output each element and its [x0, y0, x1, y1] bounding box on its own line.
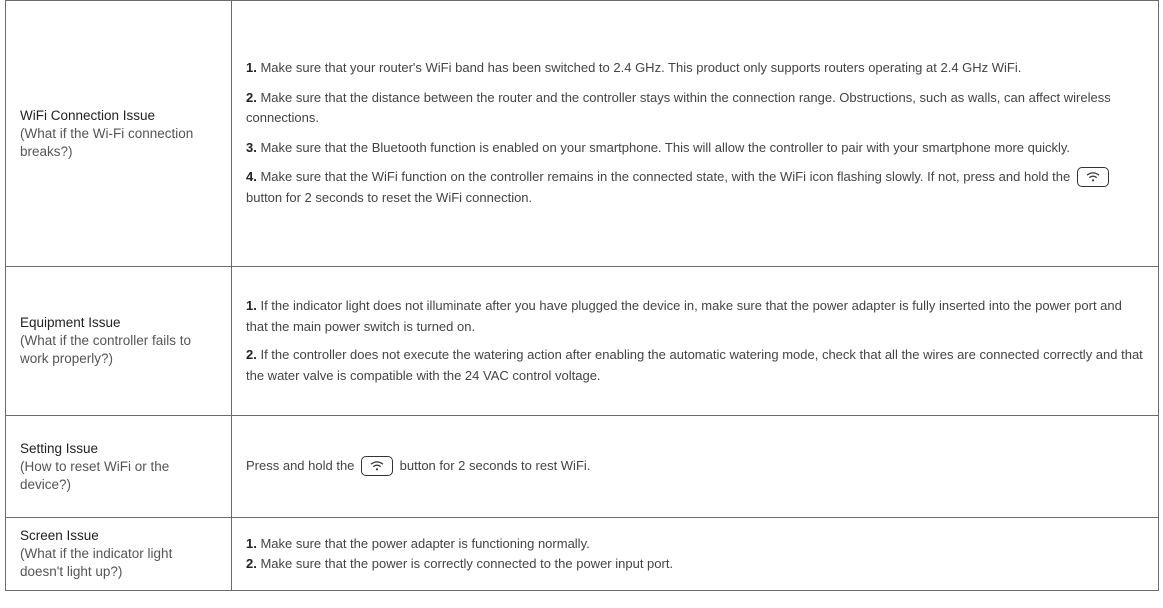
list-item: 2. Make sure that the power is correctly… [246, 554, 1144, 574]
detail-cell: 1. Make sure that your router's WiFi ban… [231, 0, 1159, 267]
detail-cell: Press and hold the button for 2 seconds … [231, 415, 1159, 518]
item-text: Make sure that the WiFi function on the … [256, 169, 1074, 185]
item-text: If the controller does not execute the w… [246, 347, 1143, 383]
list-item: 2. Make sure that the distance between t… [246, 88, 1144, 129]
item-text: button for 2 seconds to rest WiFi. [396, 458, 591, 474]
wifi-button-icon [1076, 167, 1109, 188]
troubleshooting-table: WiFi Connection Issue (What if the Wi-Fi… [5, 0, 1159, 591]
issue-cell: WiFi Connection Issue (What if the Wi-Fi… [5, 0, 232, 267]
item-text: If the indicator light does not illumina… [246, 298, 1122, 334]
issue-title: WiFi Connection Issue [20, 107, 156, 123]
list-item: 3. Make sure that the Bluetooth function… [246, 138, 1144, 159]
item-number: 2. [246, 89, 257, 105]
list-item: 1. Make sure that your router's WiFi ban… [246, 58, 1144, 79]
issue-question: (How to reset WiFi or the device?) [20, 458, 170, 492]
list-item: 2. If the controller does not execute th… [246, 345, 1144, 386]
issue-cell: Screen Issue (What if the indicator ligh… [5, 517, 232, 591]
item-number: 1. [246, 60, 257, 76]
list-item: 1. Make sure that the power adapter is f… [246, 534, 1144, 554]
issue-question: (What if the controller fails to work pr… [20, 333, 192, 366]
issue-cell: Equipment Issue (What if the controller … [5, 266, 232, 416]
table-row: Equipment Issue (What if the controller … [5, 266, 1159, 416]
list-item: 1. If the indicator light does not illum… [246, 296, 1144, 337]
detail-cell: 1. If the indicator light does not illum… [231, 266, 1159, 416]
issue-question: (What if the Wi-Fi connection breaks?) [20, 125, 194, 159]
list-item: Press and hold the button for 2 seconds … [246, 455, 1144, 477]
wifi-button-icon [361, 455, 394, 476]
item-text: Make sure that the distance between the … [246, 89, 1111, 126]
item-text: Press and hold the [246, 458, 359, 474]
item-number: 2. [246, 347, 257, 362]
item-number: 2. [246, 556, 257, 571]
item-number: 1. [246, 536, 257, 551]
table-row: Setting Issue (How to reset WiFi or the … [5, 415, 1159, 518]
issue-title: Screen Issue [20, 528, 99, 543]
item-number: 4. [246, 169, 257, 185]
table-row: Screen Issue (What if the indicator ligh… [5, 517, 1159, 591]
list-item: 4. Make sure that the WiFi function on t… [246, 167, 1144, 208]
item-text: button for 2 seconds to reset the WiFi c… [246, 190, 533, 206]
item-text: Make sure that your router's WiFi band h… [256, 60, 1022, 76]
issue-cell: Setting Issue (How to reset WiFi or the … [5, 415, 232, 518]
item-text: Make sure that the power adapter is func… [256, 536, 590, 551]
item-number: 3. [246, 139, 257, 155]
item-text: Make sure that the power is correctly co… [256, 556, 674, 571]
detail-cell: 1. Make sure that the power adapter is f… [231, 517, 1159, 591]
table-row: WiFi Connection Issue (What if the Wi-Fi… [5, 0, 1159, 267]
issue-title: Equipment Issue [20, 315, 121, 330]
item-text: Make sure that the Bluetooth function is… [256, 139, 1070, 155]
item-number: 1. [246, 298, 257, 313]
issue-title: Setting Issue [20, 440, 99, 456]
issue-question: (What if the indicator light doesn't lig… [20, 546, 173, 579]
